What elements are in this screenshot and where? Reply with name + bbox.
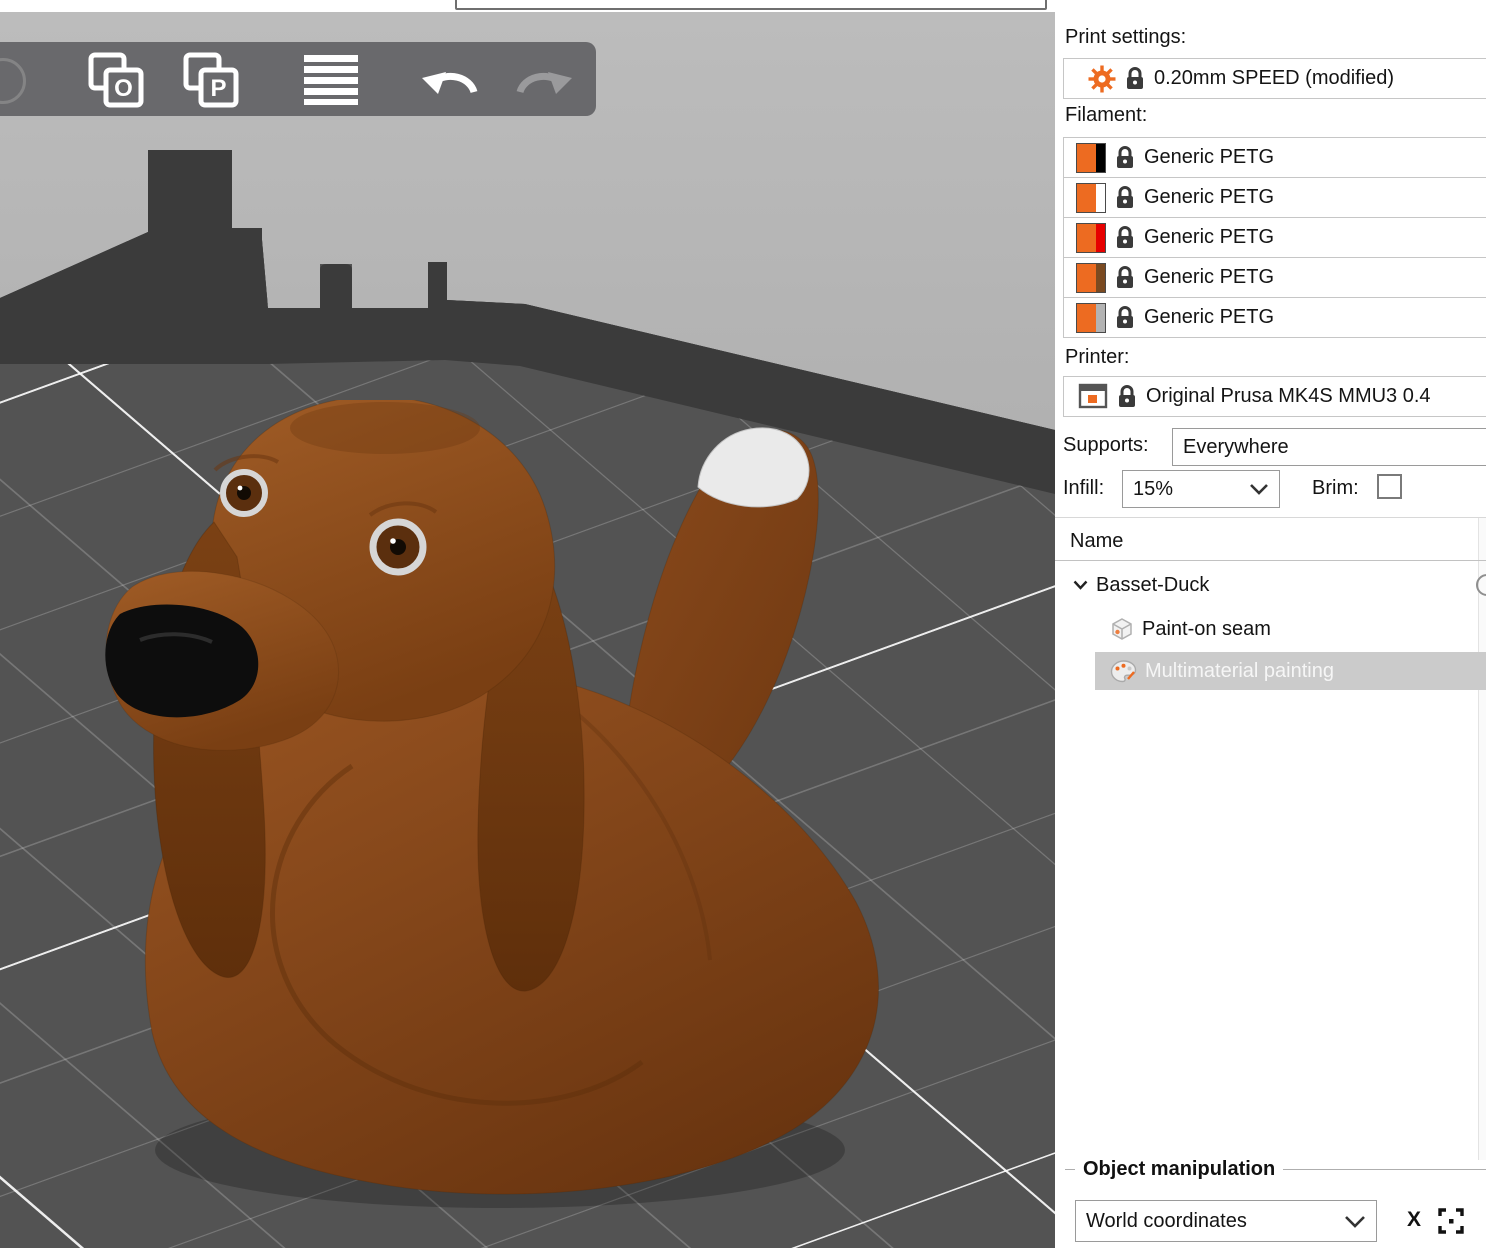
bounding-box-icon bbox=[1438, 1208, 1464, 1234]
redo-icon bbox=[516, 72, 572, 94]
top-bar bbox=[0, 0, 1486, 12]
lock-icon bbox=[1119, 385, 1135, 407]
filament-swatch-3-secondary bbox=[1096, 223, 1105, 252]
object-manipulation-legend: Object manipulation bbox=[1065, 1158, 1486, 1181]
object-row-paint-on-seam[interactable]: Paint-on seam bbox=[1055, 610, 1486, 648]
multimaterial-painting-label: Multimaterial painting bbox=[1145, 659, 1334, 682]
chevron-down-icon bbox=[1345, 1215, 1365, 1228]
filament-name-1: Generic PETG bbox=[1144, 146, 1275, 168]
lock-icon bbox=[1127, 67, 1143, 89]
filament-preset-4[interactable]: Generic PETG bbox=[1063, 257, 1486, 298]
coordinates-value: World coordinates bbox=[1086, 1209, 1247, 1232]
object-list-name-header: Name bbox=[1070, 530, 1124, 552]
model-head-shading bbox=[290, 402, 480, 454]
object-name: Basset-Duck bbox=[1096, 573, 1210, 596]
legend-line-right bbox=[1283, 1169, 1486, 1170]
layers-icon bbox=[304, 55, 358, 105]
filament-swatch-1 bbox=[1076, 142, 1106, 173]
model-basset-duck[interactable] bbox=[40, 400, 920, 1248]
printer-icon bbox=[1078, 383, 1108, 409]
eye-toggle-icon[interactable] bbox=[1476, 574, 1486, 596]
paint-on-seam-label: Paint-on seam bbox=[1142, 617, 1271, 640]
filament-label: Filament: bbox=[1065, 104, 1148, 126]
view-reset-icon bbox=[0, 58, 26, 104]
filament-preset-1[interactable]: Generic PETG bbox=[1063, 137, 1486, 178]
copy-button[interactable]: O bbox=[84, 48, 146, 110]
print-preset-name: 0.20mm SPEED (modified) bbox=[1154, 67, 1395, 89]
filament-swatch-3 bbox=[1076, 222, 1106, 253]
filament-name-4: Generic PETG bbox=[1144, 266, 1275, 288]
viewport-toolbar: O P bbox=[0, 42, 596, 116]
coordinates-select[interactable]: World coordinates bbox=[1075, 1200, 1377, 1242]
gear-icon bbox=[1088, 65, 1116, 92]
filament-preset-5[interactable]: Generic PETG bbox=[1063, 297, 1486, 338]
object-row-basset-duck[interactable]: Basset-Duck bbox=[1055, 566, 1486, 604]
lock-icon bbox=[1117, 226, 1133, 248]
printer-preset-name: Original Prusa MK4S MMU3 0.4 bbox=[1146, 385, 1431, 407]
infill-value: 15% bbox=[1133, 477, 1174, 500]
supports-select[interactable]: Everywhere bbox=[1172, 428, 1486, 466]
redo-button bbox=[512, 48, 574, 110]
paste-button[interactable]: P bbox=[179, 48, 241, 110]
model-left-eye bbox=[220, 469, 268, 517]
filament-swatch-2 bbox=[1076, 182, 1106, 213]
filament-name-5: Generic PETG bbox=[1144, 306, 1275, 328]
palette-icon bbox=[1110, 659, 1137, 682]
settings-panel: Print settings: 0.20mm SPEED (modified) bbox=[1055, 0, 1486, 1248]
filament-preset-2[interactable]: Generic PETG bbox=[1063, 177, 1486, 218]
layers-button[interactable] bbox=[300, 48, 362, 110]
filament-swatch-2-secondary bbox=[1096, 183, 1105, 212]
axis-x-label: X bbox=[1407, 1208, 1422, 1231]
expand-chevron-icon[interactable] bbox=[1073, 580, 1088, 590]
filament-name-3: Generic PETG bbox=[1144, 226, 1275, 248]
filament-swatch-1-secondary bbox=[1096, 143, 1105, 172]
brim-label: Brim: bbox=[1312, 477, 1359, 499]
object-row-multimaterial-painting[interactable]: Multimaterial painting bbox=[1095, 652, 1486, 690]
supports-label: Supports: bbox=[1063, 434, 1149, 456]
paste-icon: P bbox=[183, 52, 239, 108]
print-settings-preset[interactable]: 0.20mm SPEED (modified) bbox=[1063, 58, 1486, 99]
model-right-eye bbox=[369, 518, 427, 576]
object-list-header-underline bbox=[1055, 560, 1486, 561]
filament-name-2: Generic PETG bbox=[1144, 186, 1275, 208]
copy-icon: O bbox=[88, 52, 144, 108]
infill-label: Infill: bbox=[1063, 477, 1105, 499]
chevron-down-icon bbox=[1250, 484, 1268, 495]
lock-icon bbox=[1117, 266, 1133, 288]
lock-icon bbox=[1117, 146, 1133, 168]
filament-swatch-4-secondary bbox=[1096, 263, 1105, 292]
lock-icon bbox=[1117, 186, 1133, 208]
filament-swatch-5 bbox=[1076, 302, 1106, 333]
object-manipulation-title: Object manipulation bbox=[1083, 1158, 1276, 1180]
filament-swatch-5-secondary bbox=[1096, 303, 1105, 332]
top-input-partial[interactable] bbox=[455, 0, 1047, 10]
copy-letter: O bbox=[114, 75, 133, 102]
filament-swatch-4 bbox=[1076, 262, 1106, 293]
undo-button[interactable] bbox=[420, 48, 482, 110]
lock-icon bbox=[1117, 306, 1133, 328]
printer-label: Printer: bbox=[1065, 346, 1130, 368]
brim-checkbox[interactable] bbox=[1377, 474, 1402, 499]
object-list-separator bbox=[1055, 517, 1486, 518]
seam-cube-icon bbox=[1112, 618, 1132, 640]
3d-viewport[interactable]: O P bbox=[0, 12, 1055, 1248]
model-tail-tip-white bbox=[697, 427, 810, 508]
filament-preset-3[interactable]: Generic PETG bbox=[1063, 217, 1486, 258]
undo-icon bbox=[422, 72, 478, 94]
legend-line-left bbox=[1065, 1169, 1075, 1170]
print-settings-label: Print settings: bbox=[1065, 26, 1187, 48]
infill-select[interactable]: 15% bbox=[1122, 470, 1280, 508]
paste-letter: P bbox=[210, 75, 226, 102]
supports-value: Everywhere bbox=[1183, 435, 1289, 458]
printer-preset[interactable]: Original Prusa MK4S MMU3 0.4 bbox=[1063, 376, 1486, 417]
